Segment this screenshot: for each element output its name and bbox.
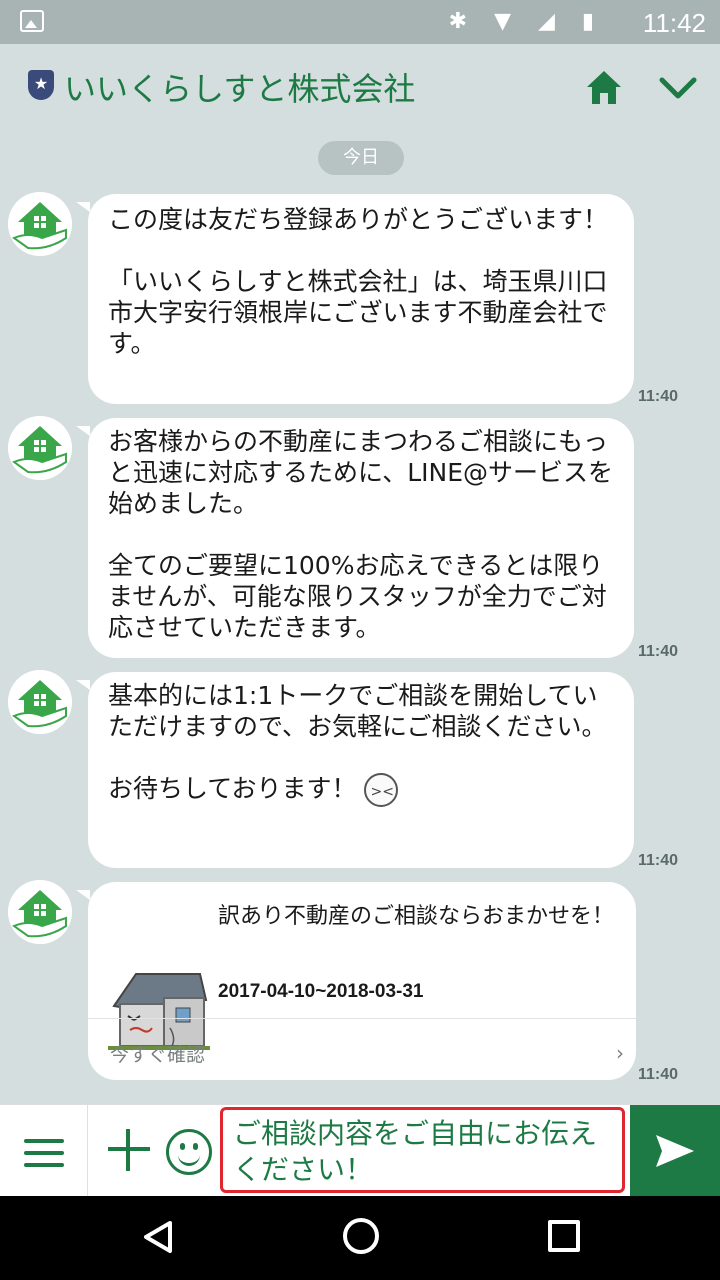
chat-title[interactable]: いいくらしすと株式会社 — [64, 64, 415, 110]
plus-icon[interactable] — [106, 1127, 152, 1173]
gallery-icon — [20, 10, 44, 32]
send-button[interactable] — [630, 1105, 720, 1197]
chevron-down-icon[interactable] — [658, 72, 698, 106]
recent-apps-icon[interactable] — [548, 1220, 580, 1252]
menu-icon[interactable] — [0, 1105, 88, 1197]
message-bubble: この度は友だち登録ありがとうございます！ 「いいくらしすと株式会社」は、埼玉県川… — [76, 194, 634, 404]
system-nav-bar — [0, 1196, 720, 1280]
message-text-end: お待ちしております！ — [108, 774, 357, 803]
date-label: 今日 — [318, 141, 404, 175]
avatar[interactable] — [8, 670, 72, 734]
input-bar: ご相談内容をご自由にお伝えください！ — [0, 1104, 720, 1197]
back-icon[interactable] — [142, 1220, 174, 1258]
message-time: 11:40 — [638, 1066, 679, 1083]
card-divider — [88, 1018, 636, 1019]
message-time: 11:40 — [638, 852, 679, 869]
message-text: 基本的には1:1トークでご相談を開始していただけますので、お気軽にご相談ください… — [108, 681, 607, 741]
emoji-icon[interactable] — [166, 1129, 212, 1175]
avatar[interactable] — [8, 416, 72, 480]
message-bubble: 基本的には1:1トークでご相談を開始していただけますので、お気軽にご相談ください… — [76, 672, 634, 868]
shield-star-icon: ★ — [28, 70, 54, 100]
home-icon[interactable] — [584, 68, 624, 108]
message-bubble: お客様からの不動産にまつわるご相談にもっと迅速に対応するために、LINE@サービ… — [76, 418, 634, 658]
avatar[interactable] — [8, 880, 72, 944]
avatar[interactable] — [8, 192, 72, 256]
card-link[interactable]: 今すぐ確認 — [110, 1040, 205, 1071]
message-input[interactable]: ご相談内容をご自由にお伝えください！ — [220, 1107, 625, 1193]
chevron-right-icon: › — [616, 1041, 624, 1065]
card-date: 2017-04-10~2018-03-31 — [218, 981, 424, 1002]
promo-card[interactable]: 訳あり不動産のご相談ならおまかせを！ 2017-04-10~2018-03-31… — [76, 882, 636, 1080]
chat-header: ★ いいくらしすと株式会社 — [0, 44, 720, 128]
status-time: 11:42 — [642, 8, 706, 38]
send-icon — [656, 1135, 694, 1167]
damaged-house-image — [106, 906, 210, 1050]
message-time: 11:40 — [638, 643, 679, 660]
message-time: 11:40 — [638, 388, 679, 405]
status-icons: ✱ ▼ ◢ ▮ — [448, 9, 604, 34]
status-bar: ✱ ▼ ◢ ▮ 11:42 — [0, 0, 720, 44]
card-title: 訳あり不動産のご相談ならおまかせを！ — [218, 904, 615, 929]
home-nav-icon[interactable] — [343, 1218, 379, 1254]
sticker-emoji-icon — [364, 773, 399, 808]
